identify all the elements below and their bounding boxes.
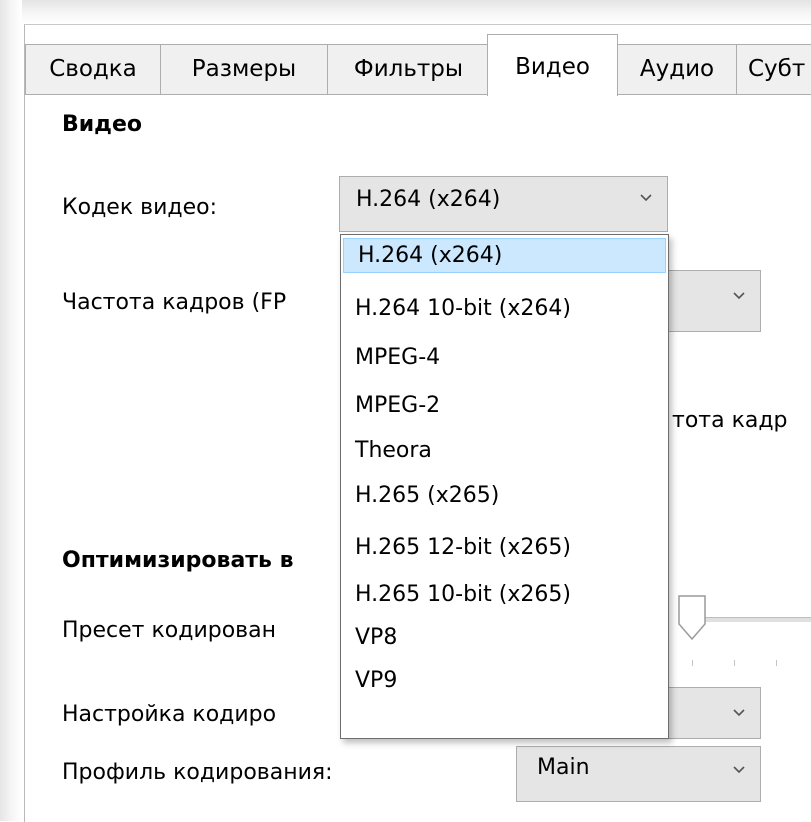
codec-option[interactable]: H.265 (x265) — [341, 479, 668, 514]
chevron-down-icon — [732, 289, 746, 303]
codec-option[interactable]: MPEG-4 — [341, 341, 668, 376]
tab-filters-label: Фильтры — [353, 56, 464, 82]
codec-label: Кодек видео: — [62, 195, 217, 220]
preset-slider-thumb[interactable] — [676, 594, 708, 642]
preset-slider-track[interactable] — [700, 617, 811, 622]
profile-select[interactable]: Main — [516, 746, 761, 802]
tab-audio-label: Аудио — [639, 56, 715, 82]
tab-dimensions[interactable]: Размеры — [160, 44, 328, 95]
fps-mode-text: тота кадр — [672, 408, 788, 433]
tab-dimensions-label: Размеры — [191, 56, 297, 82]
slider-tick — [776, 660, 777, 666]
slider-tick — [692, 660, 693, 666]
window-shadow-left — [0, 0, 22, 821]
profile-label: Профиль кодирования: — [62, 760, 333, 785]
tune-label: Настройка кодиро — [62, 702, 277, 727]
tab-divider — [25, 94, 811, 95]
slider-tick — [734, 660, 735, 666]
tab-summary[interactable]: Сводка — [25, 44, 161, 95]
preset-label: Пресет кодирован — [62, 618, 276, 643]
window-shadow-top — [0, 0, 811, 24]
codec-select[interactable]: H.264 (x264) — [339, 176, 668, 232]
tab-bar: Сводка Размеры Фильтры Видео Аудио Субт — [25, 34, 811, 96]
codec-dropdown-list: H.264 (x264) H.264 10-bit (x264) MPEG-4 … — [340, 234, 669, 739]
tab-video-label: Видео — [515, 54, 590, 80]
profile-select-value: Main — [537, 755, 590, 780]
tab-video[interactable]: Видео — [487, 34, 618, 96]
codec-option[interactable]: VP8 — [341, 621, 668, 656]
fps-label: Частота кадров (FP — [62, 290, 287, 315]
tab-subtitles-label: Субт — [748, 56, 806, 82]
tab-summary-label: Сводка — [49, 56, 137, 82]
codec-option[interactable]: H.264 10-bit (x264) — [341, 292, 668, 327]
codec-option[interactable]: MPEG-2 — [341, 389, 668, 424]
tab-subtitles[interactable]: Субт — [736, 44, 811, 95]
codec-option[interactable]: VP9 — [341, 664, 668, 699]
tab-audio[interactable]: Аудио — [617, 44, 737, 95]
tab-filters[interactable]: Фильтры — [327, 44, 490, 95]
section-title: Видео — [62, 112, 142, 137]
codec-option[interactable]: H.265 10-bit (x265) — [341, 578, 668, 613]
chevron-down-icon — [639, 191, 653, 205]
codec-select-value: H.264 (x264) — [356, 187, 501, 212]
codec-option[interactable]: H.264 (x264) — [343, 238, 666, 273]
codec-option[interactable]: Theora — [341, 434, 668, 469]
chevron-down-icon — [732, 706, 746, 720]
chevron-down-icon — [732, 763, 746, 777]
codec-option[interactable]: H.265 12-bit (x265) — [341, 531, 668, 566]
optimize-heading: Оптимизировать в — [62, 548, 294, 573]
